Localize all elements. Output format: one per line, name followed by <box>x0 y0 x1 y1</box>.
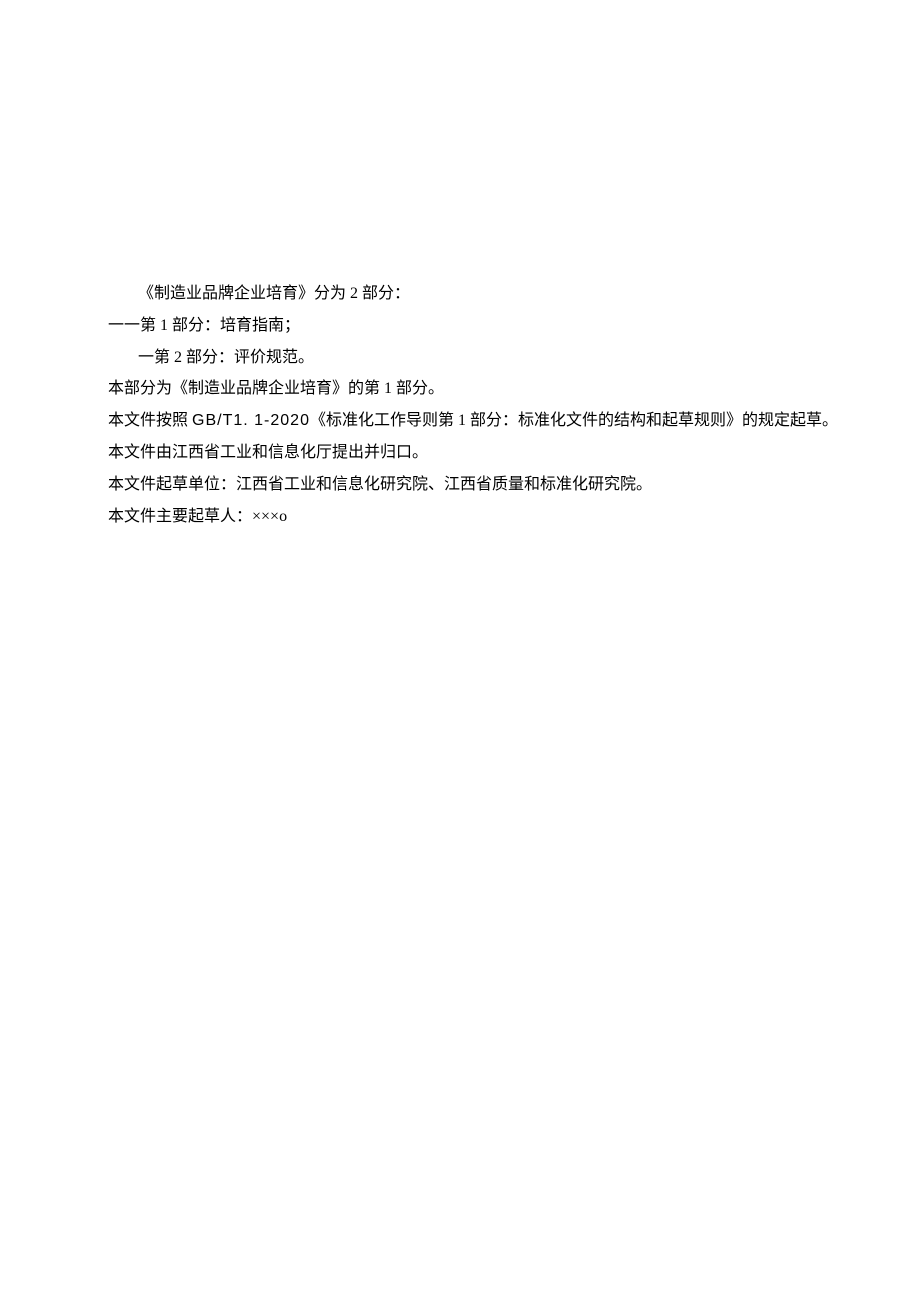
paragraph-line: 《制造业品牌企业培育》分为 2 部分： <box>108 280 840 309</box>
standard-code: GB/T1. 1-2020 <box>192 412 310 429</box>
paragraph-line: 本文件由江西省工业和信息化厅提出并归口。 <box>108 439 840 468</box>
paragraph-line: 本部分为《制造业品牌企业培育》的第 1 部分。 <box>108 375 840 404</box>
text-suffix: 《标准化工作导则第 1 部分：标准化文件的结构和起草规则》的规定起草。 <box>310 412 838 429</box>
paragraph-line: 本文件按照 GB/T1. 1-2020《标准化工作导则第 1 部分：标准化文件的… <box>108 407 840 436</box>
paragraph-line: 本文件主要起草人：×××o <box>108 503 840 532</box>
document-body: 《制造业品牌企业培育》分为 2 部分： 一一第 1 部分：培育指南； 一第 2 … <box>0 0 920 531</box>
paragraph-line: 本文件起草单位：江西省工业和信息化研究院、江西省质量和标准化研究院。 <box>108 471 840 500</box>
text-prefix: 本文件按照 <box>108 412 192 429</box>
paragraph-line: 一一第 1 部分：培育指南； <box>108 312 840 341</box>
paragraph-line: 一第 2 部分：评价规范。 <box>108 344 840 373</box>
